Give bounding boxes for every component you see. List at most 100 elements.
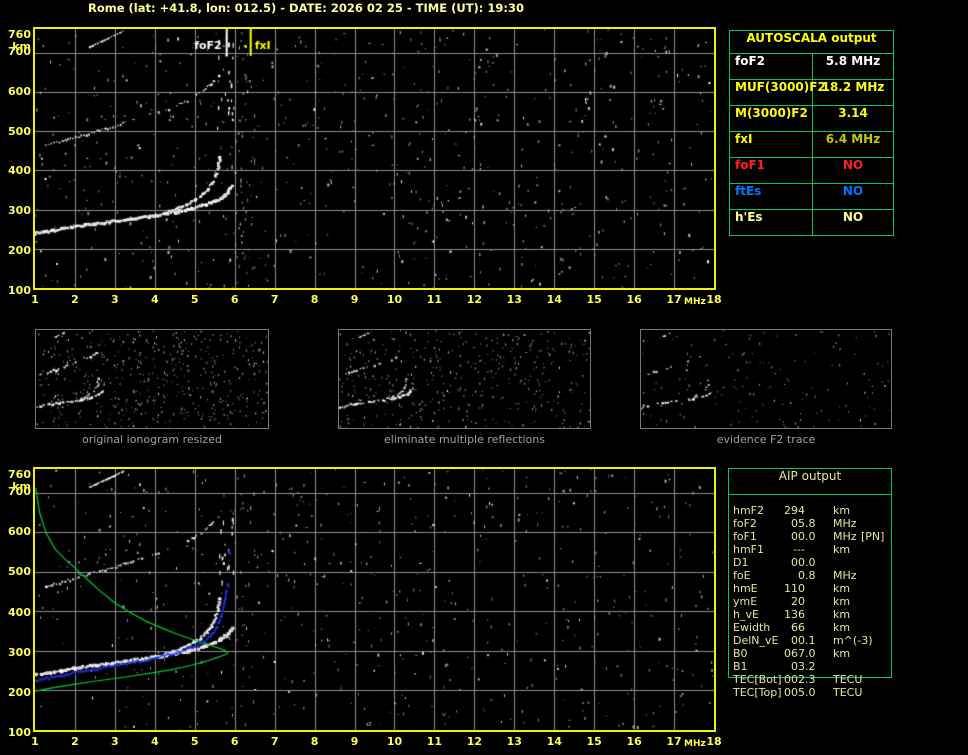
x-axis-tick-label: 9: [350, 735, 359, 748]
aip-param-value-frac: .0: [805, 646, 816, 660]
autoscala-param-value: 5.8 MHz: [825, 54, 881, 68]
aip-param-value: 005: [784, 685, 805, 699]
aip-row: Ewidth 66 km: [728, 621, 892, 634]
x-axis-tick-label: 3: [111, 735, 119, 748]
x-axis-tick-label: 18: [706, 735, 722, 748]
aip-row: ymE 20 km: [728, 595, 892, 608]
x-axis-tick-label: 17: [666, 735, 682, 748]
thumbnail-original-canvas: [36, 330, 268, 428]
autoscala-table-header: AUTOSCALA output: [730, 31, 893, 54]
aip-table-header: AIP output: [729, 469, 891, 495]
x-axis-tick-label: 12: [466, 735, 482, 748]
aip-row: TEC[Top] 005.0 TECU: [728, 686, 892, 699]
thumbnail-original-ionogram: [35, 329, 269, 429]
x-axis-tick-label: 5: [190, 293, 199, 306]
aip-param-note: [PN]: [861, 529, 885, 543]
aip-row: D1 00.0: [728, 556, 892, 569]
aip-param-value-frac: .0: [805, 529, 816, 543]
autoscala-param-value: NO: [842, 184, 864, 198]
bottom-ionogram-canvas: [35, 469, 714, 730]
aip-param-unit: km: [833, 581, 851, 595]
autoscala-param-value: NO: [842, 158, 864, 172]
x-axis-tick-label: 14: [546, 735, 562, 748]
autoscala-table-body: foF2 5.8 MHz MUF(3000)F2 18.2 MHz M(3000)F2 3…: [730, 54, 893, 235]
x-axis-tick-label: 1: [31, 735, 39, 748]
x-axis-tick-label: 9: [350, 293, 359, 306]
autoscala-param-label: h'Es: [730, 210, 813, 235]
aip-param-value-frac: .8: [805, 516, 816, 530]
aip-row: foF2 05.8 MHz: [728, 517, 892, 530]
x-axis-tick-label: 18: [706, 293, 722, 306]
autoscala-param-label: MUF(3000)F2: [730, 80, 826, 105]
thumbnail-evidence-f2: [640, 329, 892, 429]
x-axis-tick-label: 16: [626, 293, 642, 306]
aip-row: B0 067.0 km: [728, 647, 892, 660]
aip-param-value: 002: [784, 672, 805, 686]
autoscala-param-label: foF2: [730, 54, 813, 79]
x-axis-tick-label: 11: [426, 293, 443, 306]
aip-row: hmE 110 km: [728, 582, 892, 595]
x-axis-tick-label: 6: [230, 293, 239, 306]
x-axis-tick-label: 6: [230, 735, 239, 748]
x-axis-tick-label: 14: [546, 293, 562, 306]
y-axis-tick-label: 600: [8, 525, 31, 539]
aip-param-value: 00: [791, 529, 805, 543]
aip-row: foE 0.8 MHz: [728, 569, 892, 582]
aip-param-value: 110: [784, 581, 805, 595]
x-axis-tick-label: 15: [586, 293, 602, 306]
autoscala-row: foF1 NO: [730, 158, 893, 184]
top-ionogram-plot: [33, 27, 716, 290]
top-ionogram-canvas: [35, 29, 714, 288]
y-axis-unit-label: km: [12, 40, 31, 53]
aip-param-unit: TECU: [833, 685, 863, 699]
x-axis-tick-label: 17: [666, 293, 682, 306]
aip-param-unit: km: [833, 503, 851, 517]
x-axis-tick-label: 13: [506, 735, 522, 748]
y-axis-tick-label: 400: [8, 164, 31, 178]
autoscala-app-window: Rome (lat: +41.8, lon: 012.5) - DATE: 20…: [0, 0, 968, 755]
y-axis-tick-label: 500: [8, 565, 31, 579]
autoscala-row: h'Es NO: [730, 210, 893, 235]
x-axis-tick-label: 11: [426, 735, 443, 748]
autoscala-param-value: 6.4 MHz: [825, 132, 881, 146]
x-axis-tick-label: 8: [310, 293, 319, 306]
x-axis-tick-label: 7: [270, 293, 279, 306]
page-title: Rome (lat: +41.8, lon: 012.5) - DATE: 20…: [88, 1, 525, 15]
thumbnail-caption-original: original ionogram resized: [82, 433, 222, 446]
aip-param-unit: MHz: [833, 568, 857, 582]
y-axis-unit-label: km: [12, 480, 31, 493]
x-axis-tick-label: 15: [586, 735, 602, 748]
x-axis-tick-label: 2: [71, 293, 79, 306]
x-axis-tick-label: 10: [386, 293, 403, 306]
aip-param-value: 00: [791, 555, 805, 569]
y-axis-tick-label: 500: [8, 124, 31, 138]
autoscala-row: foF2 5.8 MHz: [730, 54, 893, 80]
thumbnail-caption-evidence: evidence F2 trace: [716, 433, 816, 446]
autoscala-param-label: fxI: [730, 132, 813, 157]
aip-param-value-frac: .0: [805, 685, 816, 699]
thumbnail-evidence-canvas: [641, 330, 891, 428]
autoscala-param-value: 18.2 MHz: [821, 80, 885, 94]
x-axis-tick-label: 5: [190, 735, 199, 748]
aip-param-value: 66: [791, 620, 805, 634]
aip-param-value: 00: [791, 633, 805, 647]
aip-param-value-frac: .2: [805, 659, 816, 673]
x-axis-tick-label: 3: [111, 293, 119, 306]
aip-param-unit: MHz: [833, 529, 857, 543]
y-axis-tick-label: 300: [8, 204, 31, 218]
x-axis-tick-label: 7: [270, 735, 279, 748]
autoscala-row: M(3000)F2 3.14: [730, 106, 893, 132]
aip-param-value: 03: [791, 659, 805, 673]
aip-row: B1 03.2: [728, 660, 892, 673]
aip-param-value-frac: .0: [805, 555, 816, 569]
x-axis-tick-label: 8: [310, 735, 319, 748]
autoscala-output-table: AUTOSCALA output foF2 5.8 MHz MUF(3000)F2 1…: [729, 30, 894, 236]
autoscala-param-value: 3.14: [838, 106, 868, 120]
aip-param-unit: m^(-3): [833, 633, 873, 647]
y-axis-tick-label: 200: [8, 244, 31, 258]
aip-row: foF1 00.0 MHz [PN]: [728, 530, 892, 543]
aip-param-unit: km: [833, 594, 851, 608]
aip-param-unit: TECU: [833, 672, 863, 686]
aip-row: hmF1 --- km: [728, 543, 892, 556]
x-axis-unit-label: MHz: [684, 297, 706, 307]
